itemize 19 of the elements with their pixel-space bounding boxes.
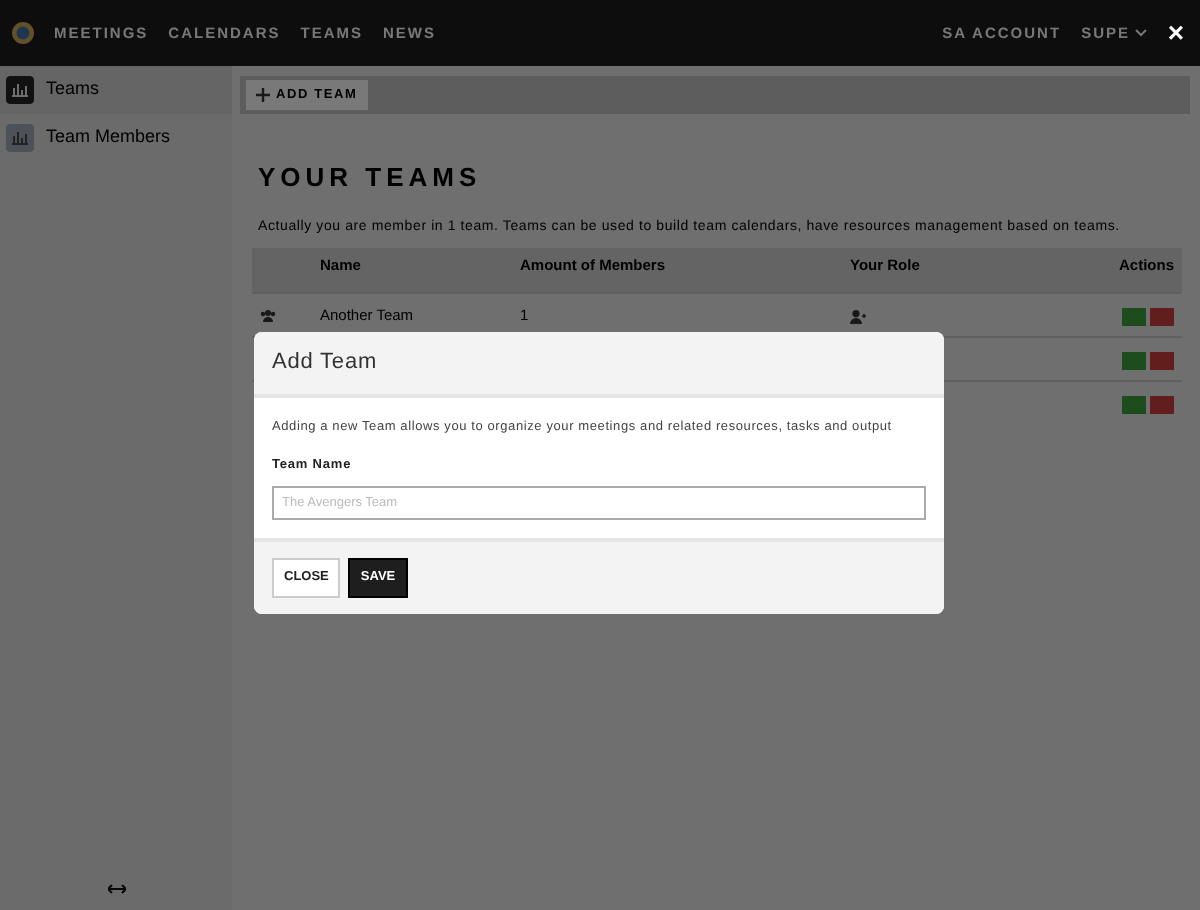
delete-button[interactable]	[1150, 395, 1174, 414]
group-icon	[260, 310, 276, 323]
plus-icon	[256, 88, 270, 102]
view-button[interactable]	[1122, 307, 1146, 326]
view-button[interactable]	[1122, 395, 1146, 414]
view-button[interactable]	[1122, 351, 1146, 370]
collapse-icon[interactable]	[107, 884, 125, 894]
modal-title: Add Team	[254, 332, 944, 397]
delete-button[interactable]	[1150, 307, 1174, 326]
user-icon	[850, 309, 866, 324]
chart-icon	[6, 76, 34, 104]
caret-icon	[1134, 28, 1148, 38]
delete-button[interactable]	[1150, 351, 1174, 370]
sidebar-item[interactable]: Teams	[0, 66, 232, 114]
logo-icon[interactable]	[12, 22, 34, 44]
chart-icon	[6, 124, 34, 152]
sidebar-item[interactable]: Team Members	[0, 114, 232, 162]
close-button[interactable]: ×	[1167, 18, 1184, 46]
page-title: YOUR TEAMS	[258, 160, 484, 196]
